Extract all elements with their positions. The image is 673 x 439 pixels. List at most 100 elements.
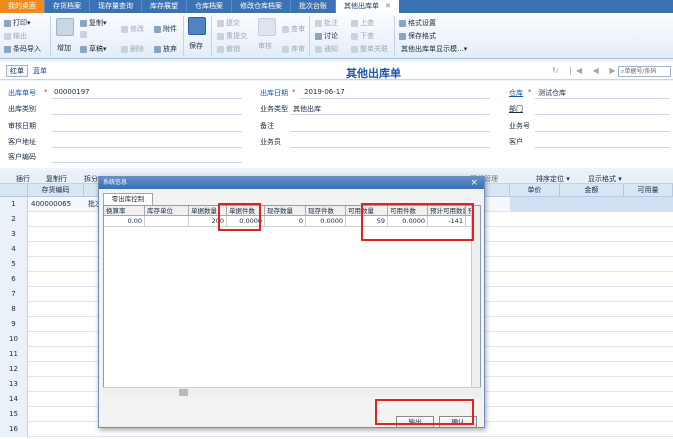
copy-row-button[interactable]: 复制行 bbox=[46, 174, 67, 184]
cell-inventory-code[interactable]: 400000065 bbox=[29, 197, 71, 212]
biz-type-field[interactable]: 其他出库 bbox=[293, 104, 321, 114]
output-button[interactable]: 输出 bbox=[4, 31, 27, 41]
discuss-button[interactable]: 讨论 bbox=[315, 31, 338, 41]
dialog-titlebar[interactable]: 系统信息 bbox=[99, 177, 484, 189]
annotate-button[interactable]: 批注 bbox=[315, 18, 338, 28]
tab-inventory-file[interactable]: 存货档案 bbox=[45, 0, 90, 13]
pencil-icon bbox=[121, 25, 128, 33]
dialog-title: 系统信息 bbox=[103, 179, 128, 186]
whole-link-button[interactable]: 整单关联 bbox=[351, 44, 388, 54]
display-format-button[interactable]: 显示格式 ▾ bbox=[588, 174, 622, 184]
save-format-button[interactable]: 保存格式 bbox=[399, 31, 436, 41]
biz-no-label: 业务号 bbox=[509, 122, 530, 130]
notify-button[interactable]: 通知 bbox=[315, 44, 338, 54]
scrollbar-thumb[interactable] bbox=[179, 389, 188, 396]
cust-code-field[interactable] bbox=[52, 162, 242, 163]
doc-date-field[interactable]: 2019-06-17 bbox=[304, 88, 345, 96]
row-number: 6 bbox=[0, 272, 28, 287]
column-header[interactable]: 存货编码 bbox=[28, 184, 84, 197]
copy-button[interactable]: 复制 ▾ bbox=[80, 18, 107, 28]
copy-icon bbox=[80, 19, 87, 27]
cust-addr-field[interactable] bbox=[52, 147, 242, 148]
draft-icon bbox=[80, 45, 87, 53]
search-input[interactable]: ⌕单据号/条码 bbox=[618, 66, 671, 77]
document-bar: 红单 蓝单 其他出库单 ↻ |◀ ◀ ▶ ▶| ⌕单据号/条码 bbox=[0, 62, 673, 80]
prev-query-button[interactable]: 上查 bbox=[351, 18, 374, 28]
tab-my-desktop[interactable]: 我的桌面 bbox=[0, 0, 45, 13]
dept-field[interactable] bbox=[535, 114, 670, 115]
dialog-column-header[interactable]: 换算率 bbox=[104, 206, 145, 216]
save-button[interactable]: 保存 bbox=[189, 41, 203, 51]
tab-other-outbound[interactable]: 其他出库单 ✕ bbox=[336, 0, 399, 13]
add-button[interactable]: 增加 bbox=[57, 43, 71, 53]
salesman-field[interactable] bbox=[290, 147, 490, 148]
dialog-column-header[interactable]: 现存件数 bbox=[306, 206, 346, 216]
attachment-label: 附件 bbox=[163, 25, 177, 33]
tab-warehouse-file[interactable]: 仓库档案 bbox=[187, 0, 232, 13]
out-type-field[interactable] bbox=[52, 114, 242, 115]
revoke-button[interactable]: 撤销 bbox=[217, 44, 240, 54]
biz-no-field[interactable] bbox=[535, 131, 670, 132]
audit-label: 审核 bbox=[258, 42, 272, 50]
blue-doc-button[interactable]: 蓝单 bbox=[33, 66, 47, 76]
tab-stock-query[interactable]: 现存量查询 bbox=[90, 0, 142, 13]
abandon-button[interactable]: 放弃 bbox=[154, 44, 177, 54]
column-header[interactable]: 金额 bbox=[560, 184, 624, 197]
field-underline bbox=[52, 98, 242, 99]
modify-button[interactable]: 修改 bbox=[121, 24, 144, 34]
dialog-column-header[interactable]: 现存数量 bbox=[265, 206, 306, 216]
split-button[interactable]: 拆分 bbox=[84, 174, 98, 184]
display-template-select[interactable]: 其他出库单显示模... ▾ bbox=[401, 44, 467, 54]
barcode-import-button[interactable]: 条码导入 bbox=[4, 44, 41, 54]
dialog-column-header[interactable]: 库存单位 bbox=[145, 206, 189, 216]
close-icon[interactable]: ✕ bbox=[385, 2, 391, 10]
tab-stock-outlook[interactable]: 库存展望 bbox=[142, 0, 187, 13]
audit-button[interactable]: 审核 bbox=[258, 41, 272, 51]
doc-no-label: 出库单号 bbox=[8, 89, 36, 97]
horizontal-scrollbar[interactable] bbox=[103, 387, 481, 397]
sort-locate-button[interactable]: 排序定位 ▾ bbox=[536, 174, 570, 184]
close-icon[interactable]: × bbox=[470, 177, 478, 189]
delete-button[interactable]: 删除 bbox=[121, 44, 144, 54]
tab-label: 其他出库单 bbox=[344, 2, 379, 10]
export-icon bbox=[4, 32, 11, 40]
dept-label[interactable]: 部门 bbox=[509, 104, 523, 114]
format-settings-button[interactable]: 格式设置 bbox=[399, 18, 436, 28]
row-number: 1 bbox=[0, 197, 28, 212]
red-doc-button[interactable]: 红单 bbox=[6, 65, 28, 77]
remark-field[interactable] bbox=[290, 131, 490, 132]
warehouse-label[interactable]: 仓库 bbox=[509, 88, 523, 98]
customer-field[interactable] bbox=[535, 147, 670, 148]
row-number: 11 bbox=[0, 347, 28, 362]
row-number: 2 bbox=[0, 212, 28, 227]
query-audit-button[interactable]: 查审 bbox=[282, 24, 305, 34]
tab-edit-warehouse[interactable]: 修改仓库档案 bbox=[232, 0, 291, 13]
discard-label: 弃审 bbox=[291, 45, 305, 53]
out-type-label: 出库类别 bbox=[8, 105, 36, 113]
column-header[interactable]: 单价 bbox=[510, 184, 560, 197]
submit-button[interactable]: 提交 bbox=[217, 18, 240, 28]
draft-button[interactable]: 草稿 ▾ bbox=[80, 44, 107, 54]
remark-label: 备注 bbox=[260, 122, 274, 130]
warehouse-field[interactable]: 测试仓库 bbox=[538, 88, 566, 98]
printer-icon bbox=[4, 19, 11, 27]
blank-button[interactable] bbox=[80, 31, 89, 38]
tab-batch-ledger[interactable]: 批次台账 bbox=[291, 0, 336, 13]
attachment-button[interactable]: 附件 bbox=[154, 24, 177, 34]
column-header[interactable]: 可用量 bbox=[624, 184, 673, 197]
notify-label: 通知 bbox=[324, 45, 338, 53]
doc-no-field[interactable]: 00000197 bbox=[54, 88, 90, 96]
delete-label: 删除 bbox=[130, 45, 144, 53]
audit-date-field[interactable] bbox=[52, 131, 242, 132]
insert-row-button[interactable]: 插行 bbox=[16, 174, 30, 184]
discard-button[interactable]: 弃审 bbox=[282, 44, 305, 54]
selected-cells[interactable] bbox=[510, 197, 673, 212]
blank-icon bbox=[80, 31, 87, 38]
tab-zero-outbound-control[interactable]: 零出库控制 bbox=[103, 193, 153, 205]
ribbon-divider bbox=[309, 16, 310, 56]
dialog-cell: 0.00 bbox=[104, 216, 145, 227]
barcode-import-label: 条码导入 bbox=[13, 45, 41, 53]
next-query-button[interactable]: 下查 bbox=[351, 31, 374, 41]
print-button[interactable]: 打印 ▾ bbox=[4, 18, 31, 28]
resubmit-button[interactable]: 重提交 bbox=[217, 31, 247, 41]
